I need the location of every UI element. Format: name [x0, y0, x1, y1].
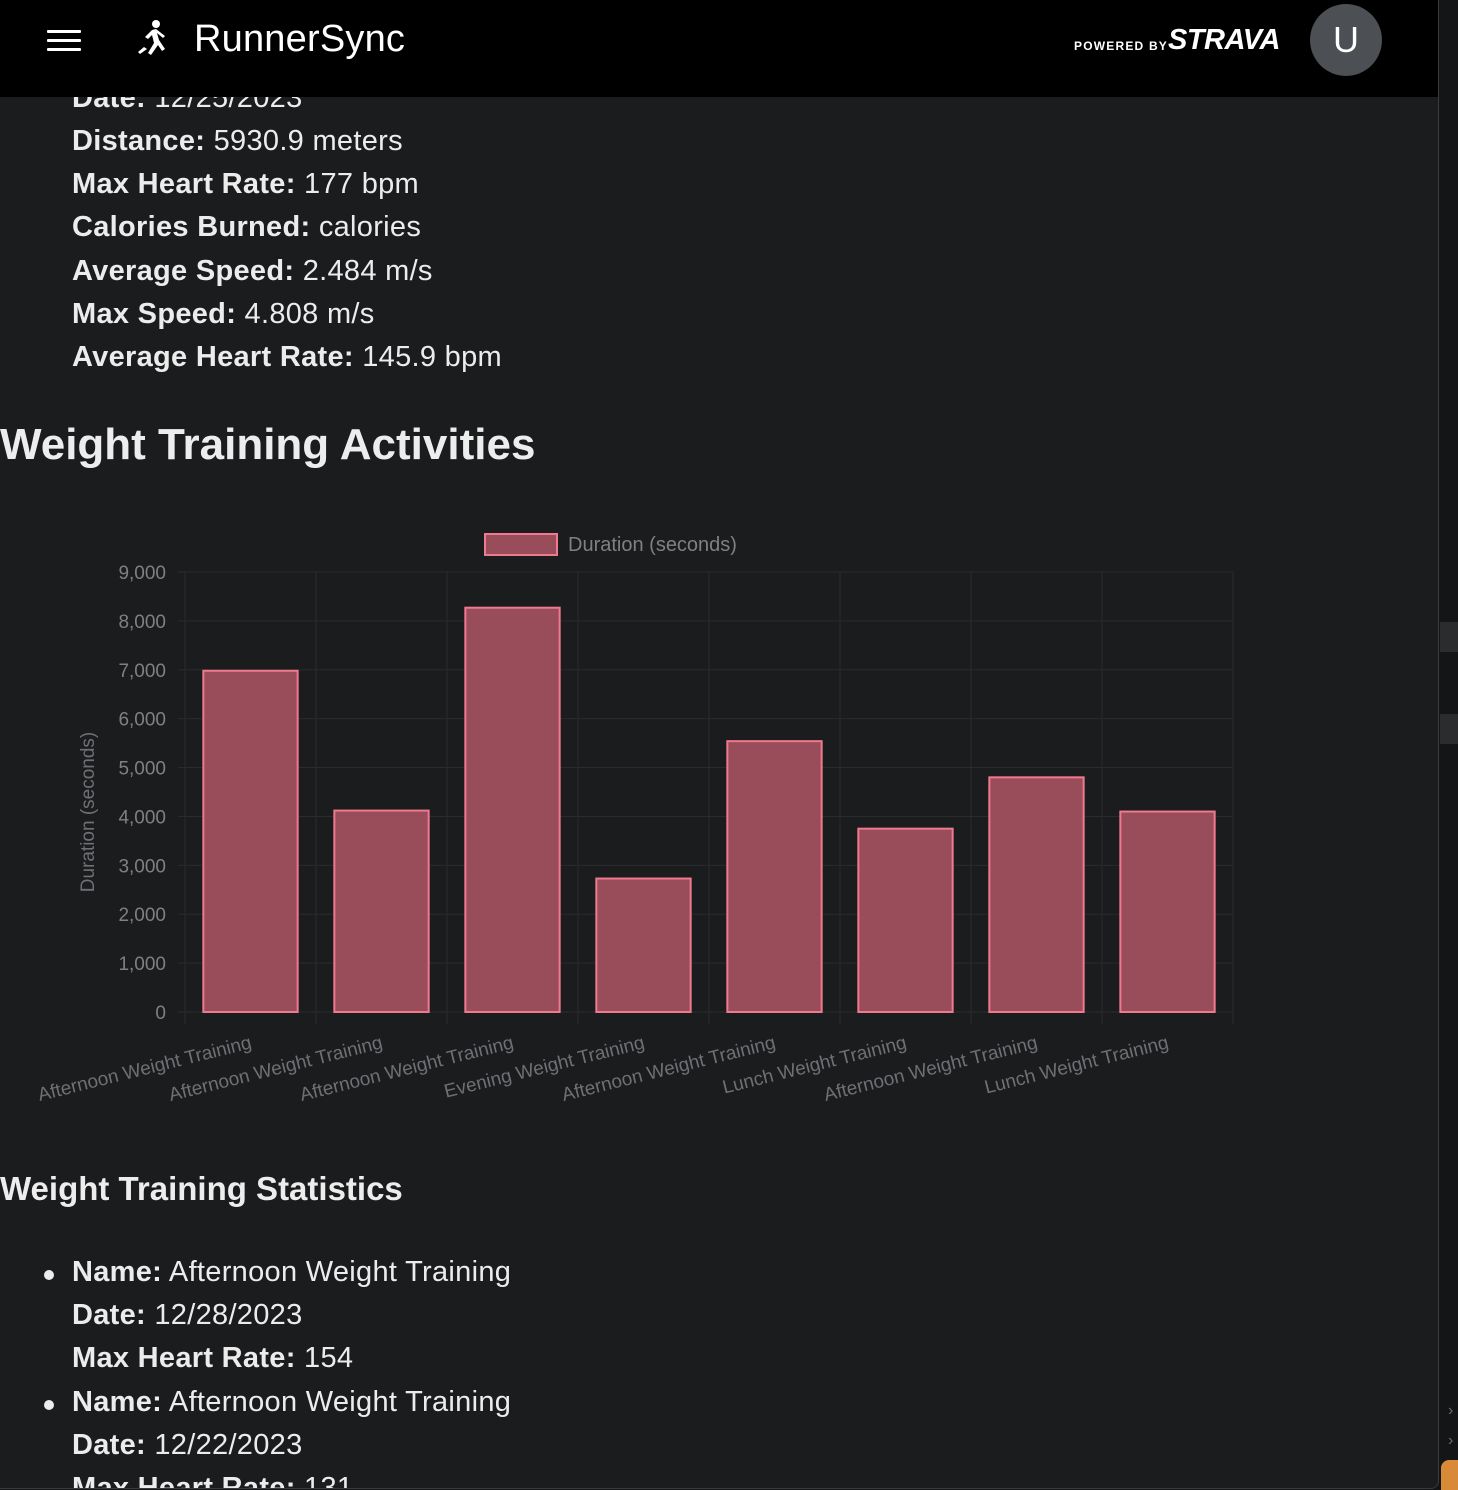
x-tick-label: Afternoon Weight Training: [560, 1032, 778, 1105]
legend-label: Duration (seconds): [568, 534, 737, 556]
detail-value: 145.9 bpm: [362, 341, 502, 373]
bar: [333, 809, 430, 1014]
detail-max-heart-rate: Max Heart Rate: 177 bpm: [72, 168, 419, 201]
stat-label: Max Heart Rate:: [72, 1472, 296, 1489]
side-panel-edge: [1440, 622, 1458, 652]
x-tick-label: Afternoon Weight Training: [822, 1032, 1040, 1105]
weight-stats-heading: Weight Training Statistics: [0, 1170, 403, 1207]
stat-value: 12/28/2023: [154, 1299, 303, 1331]
bar: [988, 776, 1085, 1014]
list-bullet: [44, 1270, 54, 1280]
detail-average-speed: Average Speed: 2.484 m/s: [72, 255, 433, 288]
detail-value: 177 bpm: [304, 168, 420, 200]
stat-label: Date:: [72, 1299, 147, 1331]
x-tick-label: Afternoon Weight Training: [36, 1032, 254, 1105]
stat-name: Name: Afternoon Weight Training: [72, 1386, 511, 1419]
detail-distance: Distance: 5930.9 meters: [72, 125, 403, 158]
detail-max-speed: Max Speed: 4.808 m/s: [72, 298, 375, 331]
side-panel-tab[interactable]: [1441, 1460, 1458, 1490]
detail-value: 4.808 m/s: [244, 298, 375, 330]
x-tick-label: Afternoon Weight Training: [298, 1032, 516, 1105]
stat-date: Date: 12/28/2023: [72, 1299, 303, 1332]
stat-max-heart-rate: Max Heart Rate: 131: [72, 1472, 354, 1489]
stat-value: 131: [304, 1472, 354, 1489]
runner-icon: [138, 20, 165, 55]
stat-name: Name: Afternoon Weight Training: [72, 1256, 511, 1289]
detail-label: Average Speed:: [72, 255, 295, 287]
detail-value: 2.484 m/s: [302, 255, 433, 287]
y-tick-label: 3,000: [118, 856, 166, 877]
detail-average-heart-rate: Average Heart Rate: 145.9 bpm: [72, 341, 502, 374]
y-axis-title: Duration (seconds): [78, 732, 99, 893]
stat-date: Date: 12/22/2023: [72, 1429, 303, 1462]
bar: [595, 877, 692, 1013]
user-avatar[interactable]: U: [1310, 4, 1382, 76]
weight-training-heading: Weight Training Activities: [0, 420, 536, 469]
detail-label: Max Speed:: [72, 298, 237, 330]
detail-calories: Calories Burned: calories: [72, 211, 421, 244]
chevron-right-icon[interactable]: ›: [1448, 1402, 1453, 1420]
bar: [1119, 810, 1216, 1013]
strava-logo: STRAVA: [1168, 24, 1280, 56]
y-tick-label: 7,000: [118, 661, 166, 682]
app-window: RunnerSync POWERED BY STRAVA U Date: 12/…: [0, 0, 1439, 1489]
chevron-right-icon[interactable]: ›: [1448, 1432, 1453, 1450]
stat-value: 12/22/2023: [154, 1429, 303, 1461]
detail-value: 5930.9 meters: [213, 125, 403, 157]
y-tick-label: 2,000: [118, 905, 166, 926]
stat-label: Max Heart Rate:: [72, 1342, 296, 1374]
bar: [464, 606, 561, 1013]
stat-label: Date:: [72, 1429, 147, 1461]
y-tick-label: 4,000: [118, 807, 166, 828]
bar: [202, 669, 299, 1013]
bar: [857, 827, 954, 1013]
side-panel-edge: [1440, 714, 1458, 744]
stat-max-heart-rate: Max Heart Rate: 154: [72, 1342, 353, 1375]
detail-label: Average Heart Rate:: [72, 341, 354, 373]
powered-by-label: POWERED BY: [1074, 39, 1169, 53]
hamburger-menu-icon[interactable]: [47, 28, 81, 54]
detail-label: Distance:: [72, 125, 206, 157]
x-tick-label: Afternoon Weight Training: [167, 1032, 385, 1105]
y-tick-label: 5,000: [118, 759, 166, 780]
stat-value: 154: [304, 1342, 354, 1374]
y-tick-label: 0: [155, 1003, 166, 1024]
detail-label: Calories Burned:: [72, 211, 311, 243]
duration-bar-chart: 0 1,000 2,000 3,000 4,000 5,000 6,000 7,000 8,00…: [36, 533, 1234, 1106]
stat-value: Afternoon Weight Training: [168, 1386, 512, 1418]
y-tick-label: 6,000: [118, 710, 166, 731]
bar: [726, 740, 823, 1013]
detail-label: Max Heart Rate:: [72, 168, 296, 200]
stat-label: Name:: [72, 1386, 163, 1418]
app-title[interactable]: RunnerSync: [194, 18, 405, 61]
stat-label: Name:: [72, 1256, 163, 1288]
list-bullet: [44, 1400, 54, 1410]
y-tick-label: 8,000: [118, 612, 166, 633]
stat-value: Afternoon Weight Training: [168, 1256, 512, 1288]
y-tick-label: 9,000: [118, 563, 166, 584]
legend-swatch: [484, 533, 558, 556]
top-app-bar: RunnerSync POWERED BY STRAVA U: [0, 0, 1438, 97]
y-tick-label: 1,000: [118, 954, 166, 975]
detail-value: calories: [318, 211, 422, 243]
